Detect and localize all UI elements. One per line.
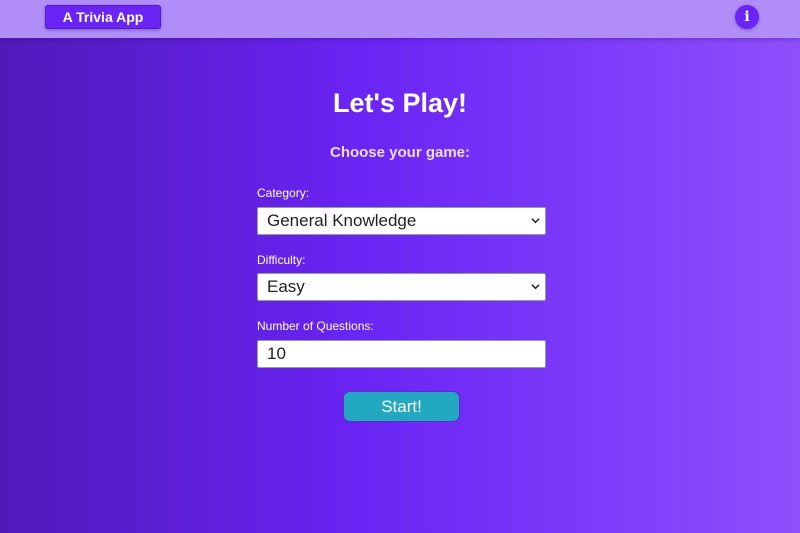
questions-input-value: 10	[267, 344, 286, 363]
category-select[interactable]: General Knowledge	[257, 207, 546, 235]
chevron-down-icon	[531, 284, 540, 290]
page-title: Let's Play!	[333, 88, 467, 118]
info-icon-glyph: i	[744, 9, 750, 25]
difficulty-label: Difficulty:	[257, 253, 306, 267]
questions-label: Number of Questions:	[257, 319, 374, 333]
difficulty-select[interactable]: Easy	[257, 273, 546, 301]
start-button[interactable]: Start!	[343, 391, 460, 422]
chevron-down-icon	[531, 218, 540, 224]
category-selected-value: General Knowledge	[267, 211, 417, 230]
top-nav-bar: A Trivia App i	[0, 0, 800, 38]
category-label: Category:	[257, 186, 310, 200]
app-title-button[interactable]: A Trivia App	[45, 5, 161, 29]
questions-input[interactable]: 10	[257, 340, 546, 368]
info-icon[interactable]: i	[735, 5, 759, 29]
difficulty-selected-value: Easy	[267, 277, 305, 296]
page-subtitle: Choose your game:	[329, 144, 471, 161]
